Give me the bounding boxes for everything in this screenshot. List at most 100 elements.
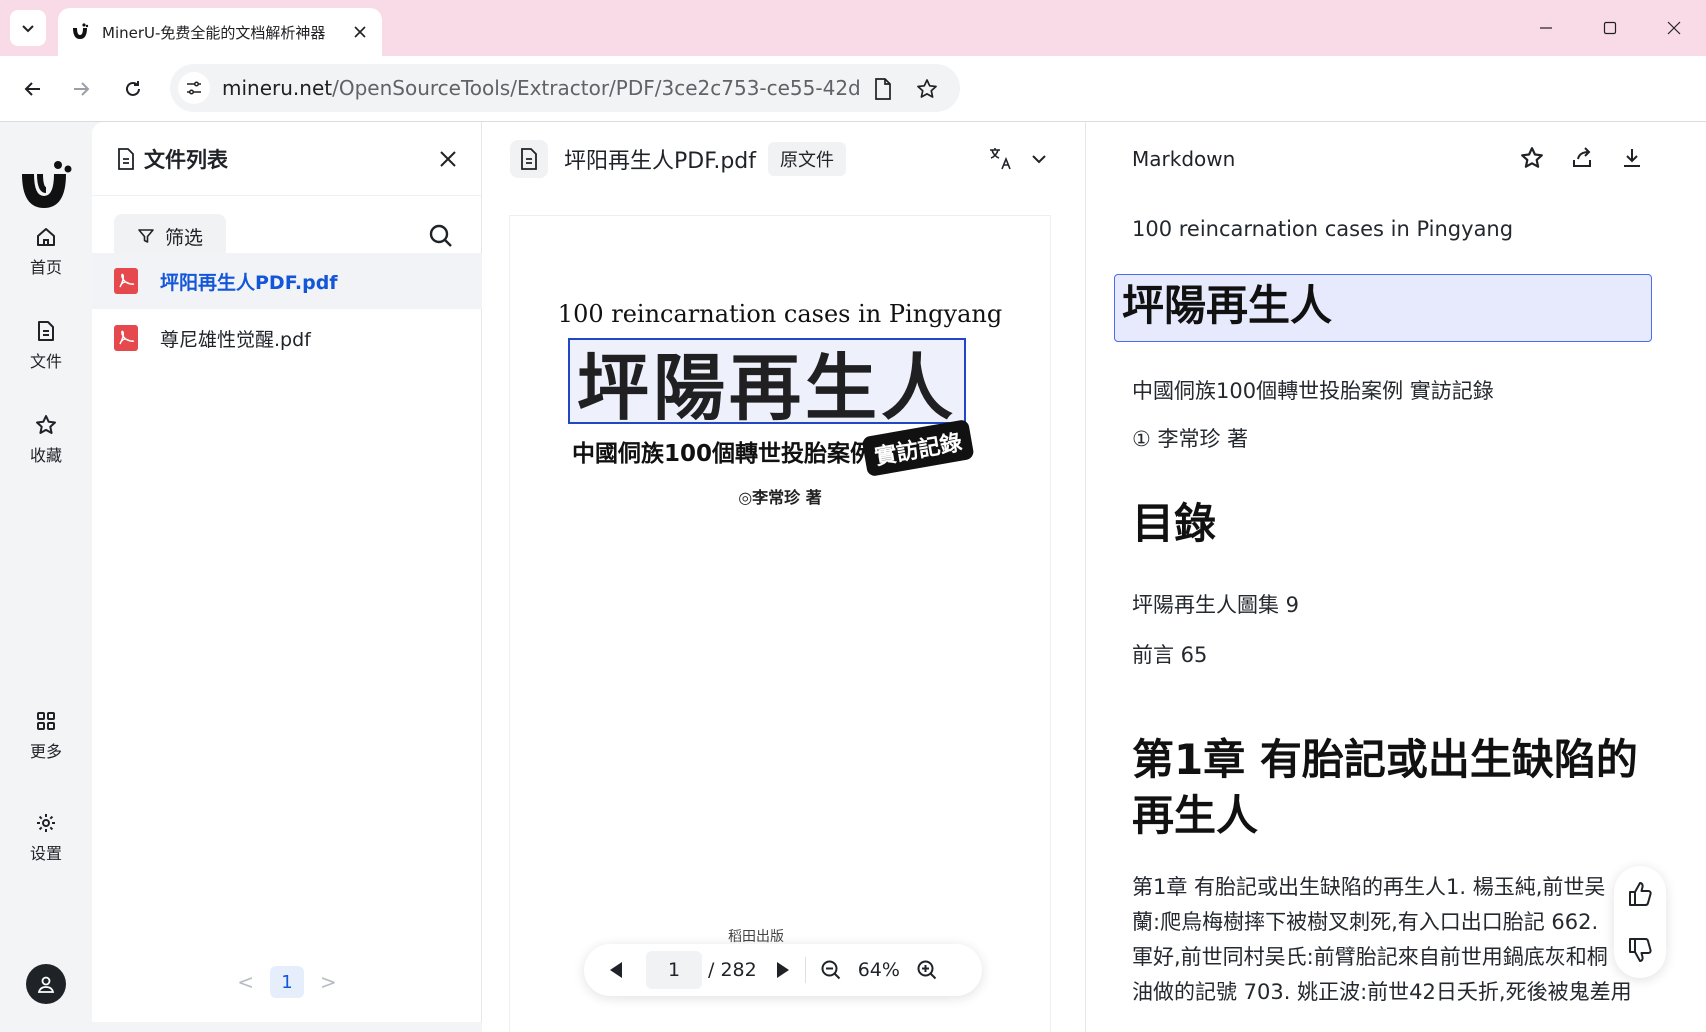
- star-icon: [36, 415, 56, 434]
- pdf-page-subtitle: 100 reincarnation cases in Pingyang: [557, 300, 1003, 328]
- search-icon[interactable]: [427, 222, 455, 250]
- browser-tab-bar: MinerU-免费全能的文档解析神器: [0, 0, 1706, 56]
- site-info-button[interactable]: [178, 72, 210, 104]
- md-heading-toc: 目錄: [1132, 499, 1217, 548]
- arrow-left-icon: [24, 82, 40, 96]
- maximize-icon: [1603, 21, 1617, 35]
- rail-label-favorites: 收藏: [29, 446, 62, 465]
- grid-icon: [37, 712, 55, 730]
- rail-item-favorites[interactable]: 收藏: [0, 414, 92, 466]
- tab-title: MinerU-免费全能的文档解析神器: [102, 23, 326, 42]
- reload-button[interactable]: [116, 72, 150, 106]
- document-icon: [510, 140, 548, 178]
- page-info-button[interactable]: [870, 76, 896, 102]
- rail-item-more[interactable]: 更多: [0, 710, 92, 762]
- tab-close-button[interactable]: [350, 22, 370, 42]
- feedback-widget: [1614, 866, 1666, 978]
- address-bar[interactable]: mineru.net/OpenSourceTools/Extractor/PDF…: [170, 64, 960, 112]
- md-toc-item: 坪陽再生人圖集 9: [1132, 593, 1300, 617]
- file-item-active[interactable]: 坪阳再生人PDF.pdf: [92, 253, 482, 309]
- rail-label-more: 更多: [29, 742, 62, 761]
- filter-button[interactable]: 筛选: [114, 214, 226, 258]
- star-icon[interactable]: [1520, 146, 1544, 170]
- minimize-button[interactable]: [1526, 12, 1566, 44]
- tab-search-button[interactable]: [10, 10, 46, 46]
- forward-button[interactable]: [64, 72, 98, 106]
- md-paragraph-line: 蘭:爬烏梅樹摔下被樹叉刺死,有入口出口胎記 662.: [1132, 910, 1599, 934]
- mineru-logo-icon[interactable]: [20, 160, 72, 210]
- back-button[interactable]: [16, 72, 50, 106]
- user-avatar[interactable]: [26, 964, 66, 1004]
- divider: [804, 957, 806, 983]
- close-icon: [354, 26, 366, 38]
- markdown-title[interactable]: Markdown: [1132, 147, 1235, 171]
- original-file-tag[interactable]: 原文件: [768, 142, 846, 176]
- file-name: 尊尼雄性觉醒.pdf: [160, 328, 311, 351]
- url-host: mineru.net: [222, 76, 333, 100]
- file-list-panel: 文件列表 筛选 坪阳再生人PDF.pdf 尊尼雄性觉醒.pdf < 1 >: [92, 122, 482, 1022]
- md-paragraph-line: 油做的記號 703. 姚正波:前世42日夭折,死後被鬼差用: [1132, 980, 1632, 1004]
- home-icon: [37, 228, 55, 246]
- browser-tab[interactable]: MinerU-免费全能的文档解析神器: [58, 8, 382, 56]
- zoom-out-icon[interactable]: [820, 959, 842, 981]
- file-name: 坪阳再生人PDF.pdf: [160, 271, 338, 294]
- viewer-controls: 1 / 282 64%: [584, 944, 982, 996]
- arrow-right-icon: [74, 82, 90, 96]
- thumbs-down-icon[interactable]: [1626, 936, 1654, 964]
- page-total: / 282: [708, 959, 757, 981]
- window-close-button[interactable]: [1654, 12, 1694, 44]
- maximize-button[interactable]: [1590, 12, 1630, 44]
- pdf-page-author: ◎李常珍 著: [738, 488, 822, 507]
- file-item[interactable]: 尊尼雄性觉醒.pdf: [92, 310, 482, 366]
- pdf-page-publisher: 稻田出版: [728, 929, 784, 945]
- markdown-actions: [1520, 146, 1644, 170]
- mineru-favicon-icon: [73, 23, 89, 39]
- next-page-button[interactable]: >: [320, 970, 337, 994]
- star-icon: [917, 79, 937, 98]
- pdf-title-selection[interactable]: 坪陽再生人: [568, 338, 966, 430]
- page-number-input[interactable]: 1: [646, 951, 702, 989]
- pdf-page[interactable]: 100 reincarnation cases in Pingyang 坪陽再生…: [510, 216, 1050, 1032]
- md-subtitle: 100 reincarnation cases in Pingyang: [1132, 217, 1514, 241]
- current-page-button[interactable]: 1: [270, 966, 304, 998]
- nav-rail: 首页 文件 收藏 更多 设置: [0, 122, 92, 1032]
- close-icon[interactable]: [439, 150, 457, 168]
- md-description: 中國侗族100個轉世投胎案例 實訪記錄: [1132, 379, 1494, 403]
- rail-label-home: 首页: [29, 258, 62, 277]
- download-icon[interactable]: [1620, 146, 1644, 170]
- pdf-page-title: 坪陽再生人: [576, 344, 957, 430]
- rail-item-files[interactable]: 文件: [0, 320, 92, 372]
- url-path: /OpenSourceTools/Extractor/PDF/3ce2c753-…: [332, 76, 862, 100]
- pdf-file-icon: [114, 268, 138, 294]
- md-author: ① 李常珍 著: [1132, 427, 1249, 451]
- user-icon: [37, 976, 55, 993]
- md-paragraph-line: 第1章 有胎記或出生缺陷的再生人1. 楊玉純,前世吴: [1132, 875, 1606, 899]
- rail-label-files: 文件: [29, 352, 62, 371]
- chevron-down-icon: [1032, 155, 1046, 164]
- file-list-pagination: < 1 >: [92, 962, 482, 1002]
- share-icon[interactable]: [1570, 146, 1594, 170]
- translate-dropdown[interactable]: [988, 144, 1048, 174]
- prev-page-icon[interactable]: [608, 961, 624, 979]
- tune-icon: [187, 81, 201, 95]
- browser-toolbar: mineru.net/OpenSourceTools/Extractor/PDF…: [0, 56, 1706, 122]
- reload-icon: [126, 81, 140, 96]
- bookmark-button[interactable]: [914, 76, 940, 102]
- zoom-in-icon[interactable]: [916, 959, 938, 981]
- file-list-title: 文件列表: [144, 147, 228, 172]
- zoom-level: 64%: [857, 959, 900, 981]
- filter-icon: [138, 229, 154, 243]
- gear-icon: [37, 814, 55, 832]
- prev-page-button[interactable]: <: [237, 970, 254, 994]
- document-icon: [875, 78, 891, 100]
- url-text[interactable]: mineru.net/OpenSourceTools/Extractor/PDF…: [222, 76, 862, 100]
- rail-item-home[interactable]: 首页: [0, 226, 92, 278]
- md-paragraph-line: 軍好,前世同村吴氏:前臂胎記來自前世用鍋底灰和桐: [1132, 945, 1608, 969]
- minimize-icon: [1540, 27, 1552, 29]
- viewer-file-name: 坪阳再生人PDF.pdf: [564, 149, 756, 174]
- file-list-header: 文件列表: [92, 122, 481, 196]
- md-toc-item: 前言 65: [1132, 643, 1208, 667]
- rail-item-settings[interactable]: 设置: [0, 812, 92, 864]
- thumbs-up-icon[interactable]: [1626, 880, 1654, 908]
- next-page-icon[interactable]: [775, 961, 791, 979]
